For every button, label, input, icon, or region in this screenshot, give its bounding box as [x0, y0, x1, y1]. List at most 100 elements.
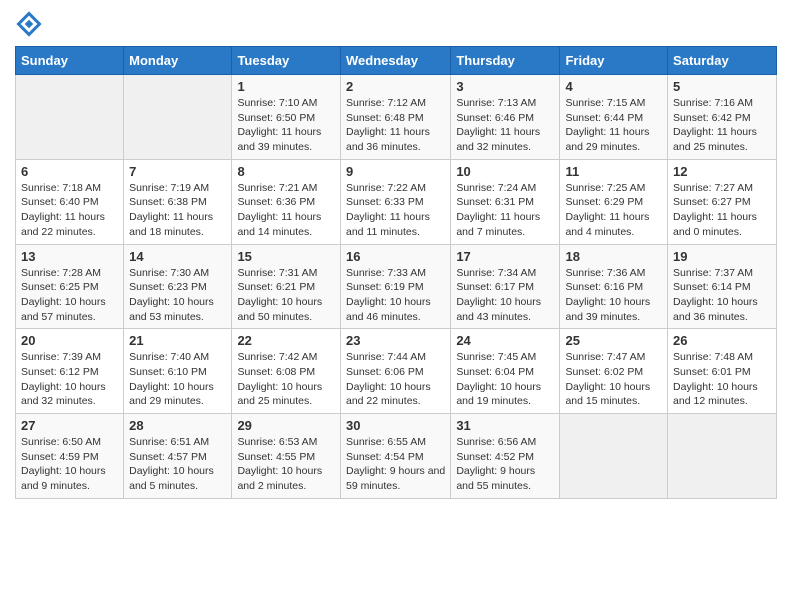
day-info: Sunrise: 7:37 AMSunset: 6:14 PMDaylight:…: [673, 266, 771, 325]
header: [15, 10, 777, 38]
calendar-cell: 17 Sunrise: 7:34 AMSunset: 6:17 PMDayligh…: [451, 244, 560, 329]
calendar-cell: 11Sunrise: 7:25 AMSunset: 6:29 PMDayligh…: [560, 159, 668, 244]
calendar-cell: 25 Sunrise: 7:47 AMSunset: 6:02 PMDayligh…: [560, 329, 668, 414]
calendar-cell: 8 Sunrise: 7:21 AMSunset: 6:36 PMDaylight…: [232, 159, 341, 244]
day-number: 8: [237, 164, 335, 179]
calendar-cell: 31 Sunrise: 6:56 AMSunset: 4:52 PMDayligh…: [451, 414, 560, 499]
day-info: Sunrise: 7:48 AMSunset: 6:01 PMDaylight:…: [673, 350, 771, 409]
day-info: Sunrise: 7:22 AMSunset: 6:33 PMDaylight:…: [346, 181, 445, 240]
day-info: Sunrise: 7:31 AMSunset: 6:21 PMDaylight:…: [237, 266, 335, 325]
day-info: Sunrise: 7:36 AMSunset: 6:16 PMDaylight:…: [565, 266, 662, 325]
calendar-cell: 13 Sunrise: 7:28 AMSunset: 6:25 PMDayligh…: [16, 244, 124, 329]
calendar-cell: [124, 75, 232, 160]
calendar-cell: 15 Sunrise: 7:31 AMSunset: 6:21 PMDayligh…: [232, 244, 341, 329]
day-number: 21: [129, 333, 226, 348]
calendar-cell: 2 Sunrise: 7:12 AMSunset: 6:48 PMDaylight…: [340, 75, 450, 160]
day-info: Sunrise: 7:12 AMSunset: 6:48 PMDaylight:…: [346, 96, 445, 155]
calendar-cell: [668, 414, 777, 499]
day-number: 16: [346, 249, 445, 264]
day-info: Sunrise: 7:24 AMSunset: 6:31 PMDaylight:…: [456, 181, 554, 240]
calendar-cell: 23 Sunrise: 7:44 AMSunset: 6:06 PMDayligh…: [340, 329, 450, 414]
day-info: Sunrise: 7:16 AMSunset: 6:42 PMDaylight:…: [673, 96, 771, 155]
calendar-cell: 30Sunrise: 6:55 AMSunset: 4:54 PMDayligh…: [340, 414, 450, 499]
day-info: Sunrise: 7:45 AMSunset: 6:04 PMDaylight:…: [456, 350, 554, 409]
day-number: 14: [129, 249, 226, 264]
day-info: Sunrise: 7:21 AMSunset: 6:36 PMDaylight:…: [237, 181, 335, 240]
weekday-header-saturday: Saturday: [668, 47, 777, 75]
day-number: 3: [456, 79, 554, 94]
calendar-cell: 6 Sunrise: 7:18 AMSunset: 6:40 PMDaylight…: [16, 159, 124, 244]
calendar-cell: 14 Sunrise: 7:30 AMSunset: 6:23 PMDayligh…: [124, 244, 232, 329]
logo: [15, 10, 47, 38]
day-info: Sunrise: 7:18 AMSunset: 6:40 PMDaylight:…: [21, 181, 118, 240]
weekday-header-wednesday: Wednesday: [340, 47, 450, 75]
weekday-header-friday: Friday: [560, 47, 668, 75]
day-number: 15: [237, 249, 335, 264]
calendar-cell: 9 Sunrise: 7:22 AMSunset: 6:33 PMDaylight…: [340, 159, 450, 244]
day-number: 20: [21, 333, 118, 348]
day-number: 23: [346, 333, 445, 348]
day-number: 27: [21, 418, 118, 433]
calendar-cell: 3 Sunrise: 7:13 AMSunset: 6:46 PMDaylight…: [451, 75, 560, 160]
day-info: Sunrise: 7:40 AMSunset: 6:10 PMDaylight:…: [129, 350, 226, 409]
day-info: Sunrise: 7:42 AMSunset: 6:08 PMDaylight:…: [237, 350, 335, 409]
day-number: 25: [565, 333, 662, 348]
day-info: Sunrise: 6:51 AMSunset: 4:57 PMDaylight:…: [129, 435, 226, 494]
day-number: 31: [456, 418, 554, 433]
calendar-cell: 16Sunrise: 7:33 AMSunset: 6:19 PMDayligh…: [340, 244, 450, 329]
day-number: 7: [129, 164, 226, 179]
day-number: 6: [21, 164, 118, 179]
day-number: 4: [565, 79, 662, 94]
day-info: Sunrise: 7:13 AMSunset: 6:46 PMDaylight:…: [456, 96, 554, 155]
calendar-cell: 24 Sunrise: 7:45 AMSunset: 6:04 PMDayligh…: [451, 329, 560, 414]
day-info: Sunrise: 7:34 AMSunset: 6:17 PMDaylight:…: [456, 266, 554, 325]
day-number: 19: [673, 249, 771, 264]
calendar-cell: [560, 414, 668, 499]
calendar-cell: 12Sunrise: 7:27 AMSunset: 6:27 PMDayligh…: [668, 159, 777, 244]
day-number: 29: [237, 418, 335, 433]
calendar-table: SundayMondayTuesdayWednesdayThursdayFrid…: [15, 46, 777, 499]
day-info: Sunrise: 6:55 AMSunset: 4:54 PMDaylight:…: [346, 435, 445, 494]
day-number: 1: [237, 79, 335, 94]
day-info: Sunrise: 6:56 AMSunset: 4:52 PMDaylight:…: [456, 435, 554, 494]
day-number: 13: [21, 249, 118, 264]
calendar-week-4: 20Sunrise: 7:39 AMSunset: 6:12 PMDayligh…: [16, 329, 777, 414]
calendar-week-2: 6 Sunrise: 7:18 AMSunset: 6:40 PMDaylight…: [16, 159, 777, 244]
calendar-body: 1 Sunrise: 7:10 AMSunset: 6:50 PMDaylight…: [16, 75, 777, 499]
calendar-cell: 20Sunrise: 7:39 AMSunset: 6:12 PMDayligh…: [16, 329, 124, 414]
day-info: Sunrise: 7:10 AMSunset: 6:50 PMDaylight:…: [237, 96, 335, 155]
calendar-cell: 7 Sunrise: 7:19 AMSunset: 6:38 PMDaylight…: [124, 159, 232, 244]
weekday-header-tuesday: Tuesday: [232, 47, 341, 75]
day-info: Sunrise: 7:25 AMSunset: 6:29 PMDaylight:…: [565, 181, 662, 240]
logo-icon: [15, 10, 43, 38]
calendar-cell: 19 Sunrise: 7:37 AMSunset: 6:14 PMDayligh…: [668, 244, 777, 329]
calendar-cell: [16, 75, 124, 160]
calendar-week-5: 27Sunrise: 6:50 AMSunset: 4:59 PMDayligh…: [16, 414, 777, 499]
calendar-cell: 28 Sunrise: 6:51 AMSunset: 4:57 PMDayligh…: [124, 414, 232, 499]
day-info: Sunrise: 6:53 AMSunset: 4:55 PMDaylight:…: [237, 435, 335, 494]
day-info: Sunrise: 7:28 AMSunset: 6:25 PMDaylight:…: [21, 266, 118, 325]
calendar-cell: 5Sunrise: 7:16 AMSunset: 6:42 PMDaylight…: [668, 75, 777, 160]
day-number: 2: [346, 79, 445, 94]
day-number: 28: [129, 418, 226, 433]
weekday-header-row: SundayMondayTuesdayWednesdayThursdayFrid…: [16, 47, 777, 75]
day-info: Sunrise: 7:27 AMSunset: 6:27 PMDaylight:…: [673, 181, 771, 240]
calendar-week-1: 1 Sunrise: 7:10 AMSunset: 6:50 PMDaylight…: [16, 75, 777, 160]
weekday-header-thursday: Thursday: [451, 47, 560, 75]
calendar-cell: 4Sunrise: 7:15 AMSunset: 6:44 PMDaylight…: [560, 75, 668, 160]
day-number: 17: [456, 249, 554, 264]
day-info: Sunrise: 7:19 AMSunset: 6:38 PMDaylight:…: [129, 181, 226, 240]
day-info: Sunrise: 7:47 AMSunset: 6:02 PMDaylight:…: [565, 350, 662, 409]
calendar-cell: 18 Sunrise: 7:36 AMSunset: 6:16 PMDayligh…: [560, 244, 668, 329]
day-info: Sunrise: 7:44 AMSunset: 6:06 PMDaylight:…: [346, 350, 445, 409]
weekday-header-sunday: Sunday: [16, 47, 124, 75]
day-number: 9: [346, 164, 445, 179]
day-number: 18: [565, 249, 662, 264]
calendar-cell: 27Sunrise: 6:50 AMSunset: 4:59 PMDayligh…: [16, 414, 124, 499]
calendar-header: SundayMondayTuesdayWednesdayThursdayFrid…: [16, 47, 777, 75]
day-info: Sunrise: 7:30 AMSunset: 6:23 PMDaylight:…: [129, 266, 226, 325]
weekday-header-monday: Monday: [124, 47, 232, 75]
day-number: 26: [673, 333, 771, 348]
calendar-cell: 22Sunrise: 7:42 AMSunset: 6:08 PMDayligh…: [232, 329, 341, 414]
day-number: 24: [456, 333, 554, 348]
